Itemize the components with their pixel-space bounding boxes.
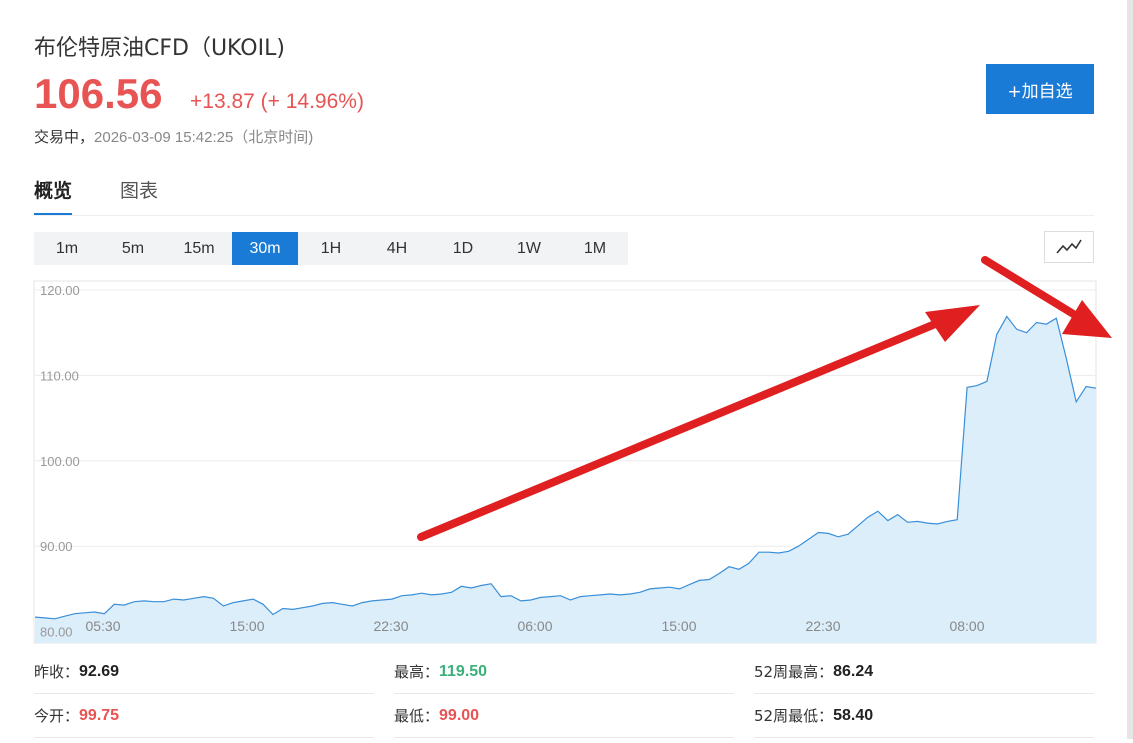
- stat-label: 52周最高：: [754, 663, 834, 681]
- line-chart-icon: [1056, 239, 1082, 254]
- price-chart-area: 120.00 110.00 100.00 90.00 80.00 05:30 15:00 2…: [0, 0, 1133, 739]
- annotation-arrow-up-head: [925, 305, 980, 342]
- interval-1w-button[interactable]: 1W: [496, 232, 562, 265]
- price-line: [34, 315, 1097, 620]
- stat-52w-high: 52周最高： 86.24: [754, 650, 1094, 694]
- annotation-arrow-down-head: [1062, 300, 1112, 338]
- stat-52w-low: 52周最低： 58.40: [754, 694, 1094, 738]
- add-to-watchlist-button[interactable]: +加自选: [986, 64, 1094, 114]
- plot-frame: [33, 280, 1097, 644]
- interval-selector: 1m 5m 15m 30m 1H 4H 1D 1W 1M: [34, 232, 628, 265]
- x-tick-label: 15:00: [661, 618, 696, 634]
- interval-4h-button[interactable]: 4H: [364, 232, 430, 265]
- trading-state: 交易中，: [34, 128, 95, 146]
- tab-chart[interactable]: 图表: [120, 176, 158, 216]
- annotation-arrow-up-shaft: [417, 318, 944, 541]
- y-tick-label: 110.00: [40, 368, 79, 383]
- quote-timestamp: 2026-03-09 15:42:25（北京时间): [94, 129, 314, 146]
- x-tick-label: 22:30: [373, 618, 408, 634]
- x-tick-label: 06:00: [517, 618, 552, 634]
- tab-overview[interactable]: 概览: [34, 176, 72, 216]
- price-chart: 120.00 110.00 100.00 90.00 80.00 05:30 15:00 2…: [33, 256, 1112, 644]
- stat-value: 58.40: [833, 706, 874, 724]
- stat-value: 99.75: [79, 706, 120, 724]
- y-tick-label: 90.00: [40, 539, 73, 554]
- instrument-title: 布伦特原油CFD（UKOIL): [34, 36, 285, 61]
- stat-label: 52周最低：: [754, 707, 834, 725]
- stat-value: 86.24: [833, 662, 874, 680]
- stat-prev-close: 昨收： 92.69: [34, 650, 374, 694]
- y-tick-label: 100.00: [40, 454, 80, 469]
- x-tick-label: 15:00: [229, 618, 264, 634]
- y-tick-label: 80.00: [40, 625, 73, 640]
- annotation-arrow-down-shaft: [981, 256, 1079, 319]
- interval-1m-button[interactable]: 1m: [34, 232, 100, 265]
- interval-15m-button[interactable]: 15m: [166, 232, 232, 265]
- interval-1h-button[interactable]: 1H: [298, 232, 364, 265]
- interval-1mo-button[interactable]: 1M: [562, 232, 628, 265]
- interval-5m-button[interactable]: 5m: [100, 232, 166, 265]
- price-change: +13.87 (+ 14.96%): [190, 90, 364, 113]
- chart-type-button[interactable]: [1044, 231, 1094, 263]
- tabs-divider: [34, 215, 1094, 216]
- interval-30m-button[interactable]: 30m: [232, 232, 298, 265]
- stat-value: 119.50: [439, 662, 488, 680]
- last-price: 106.56: [34, 70, 163, 117]
- stat-label: 今开：: [34, 707, 80, 725]
- trading-status: 交易中，2026-03-09 15:42:25（北京时间): [34, 126, 313, 147]
- stat-value: 92.69: [79, 662, 120, 680]
- x-tick-label: 22:30: [805, 618, 840, 634]
- interval-1d-button[interactable]: 1D: [430, 232, 496, 265]
- stat-label: 昨收：: [34, 663, 80, 681]
- page-scrollbar[interactable]: [1127, 0, 1133, 739]
- stat-low: 最低： 99.00: [394, 694, 734, 738]
- stat-high: 最高： 119.50: [394, 650, 734, 694]
- y-tick-label: 120.00: [40, 283, 80, 298]
- stat-open: 今开： 99.75: [34, 694, 374, 738]
- stat-label: 最低：: [394, 707, 440, 725]
- stat-label: 最高：: [394, 663, 440, 681]
- stat-value: 99.00: [439, 706, 480, 724]
- x-tick-label: 08:00: [949, 618, 984, 634]
- x-tick-label: 05:30: [85, 618, 120, 634]
- price-area-fill: [35, 316, 1096, 643]
